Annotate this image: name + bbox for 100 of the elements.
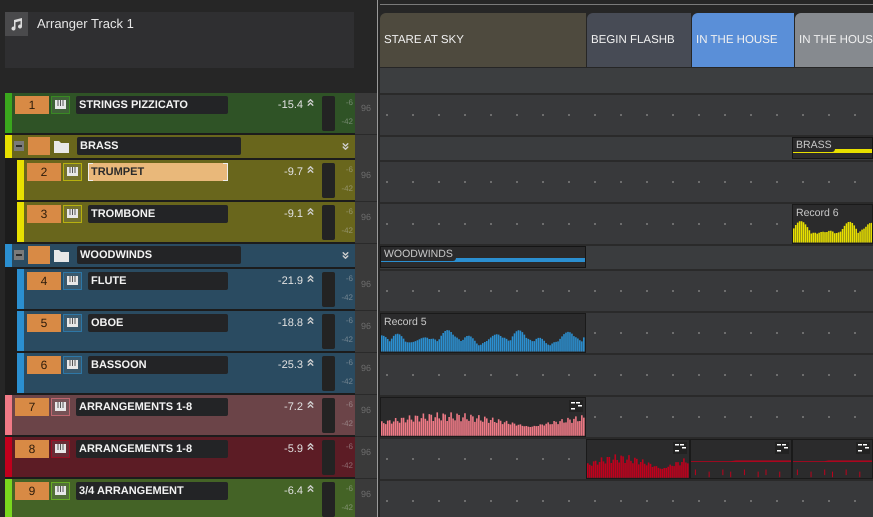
track-number[interactable]: 5 — [27, 314, 61, 332]
track-name-field[interactable]: ARRANGEMENTS 1-8 — [76, 440, 228, 458]
level-meter — [322, 440, 335, 475]
piano-icon[interactable] — [63, 272, 82, 290]
piano-icon[interactable] — [63, 356, 82, 374]
volume-value: -21.9 — [278, 275, 303, 287]
track-header[interactable]: 5 OBOE -18.8 -6 -42 — [5, 311, 355, 353]
music-note-icon — [5, 12, 28, 36]
track-number[interactable]: 3 — [27, 205, 61, 223]
track-number[interactable]: 1 — [15, 96, 49, 114]
level-meter — [322, 356, 335, 391]
automation-clip[interactable] — [586, 439, 690, 479]
automation-clip[interactable] — [690, 439, 792, 479]
track-number[interactable]: 6 — [27, 356, 61, 374]
double-chevron-up-icon[interactable] — [305, 483, 316, 494]
meter-scale-label: -42 — [341, 184, 353, 193]
double-chevron-up-icon[interactable] — [305, 399, 316, 410]
volume-value: -5.9 — [284, 443, 303, 455]
meter-scale-label: -6 — [346, 274, 353, 283]
meter-scale-label: -42 — [341, 226, 353, 235]
collapse-icon[interactable] — [14, 141, 24, 151]
double-chevron-down-icon[interactable] — [340, 141, 351, 152]
meter-scale-label: -42 — [341, 461, 353, 470]
volume-value: -7.2 — [284, 401, 303, 413]
meter-scale-label: -42 — [341, 335, 353, 344]
automation-clip[interactable] — [792, 439, 873, 479]
track-header[interactable]: 1 STRINGS PIZZICATO -15.4 -6 -42 — [5, 93, 355, 135]
folder-name-field[interactable]: WOODWINDS — [77, 246, 241, 264]
track-name-field[interactable]: FLUTE — [88, 272, 228, 290]
track-name-field[interactable]: TRUMPET — [88, 163, 228, 181]
double-chevron-up-icon[interactable] — [305, 273, 316, 284]
track-header[interactable]: 2 TRUMPET -9.7 -6 -42 — [5, 160, 355, 202]
track-number[interactable]: 8 — [15, 440, 49, 458]
track-header[interactable]: 9 3/4 ARRANGEMENT -6.4 -6 -42 — [5, 479, 355, 517]
collapse-icon[interactable] — [14, 250, 24, 260]
double-chevron-up-icon[interactable] — [305, 164, 316, 175]
automation-clip[interactable] — [380, 397, 586, 437]
level-meter — [322, 205, 335, 240]
piano-icon[interactable] — [51, 482, 70, 500]
meter-scale-label: -6 — [346, 316, 353, 325]
meter-scale-label: -6 — [346, 98, 353, 107]
double-chevron-up-icon[interactable] — [305, 97, 316, 108]
audio-clip[interactable]: Record 5 — [380, 313, 586, 353]
meter-scale-label: -6 — [346, 484, 353, 493]
track-name-field[interactable]: BASSOON — [88, 356, 228, 374]
audio-clip[interactable]: Record 6 — [792, 204, 873, 244]
track-name-field[interactable]: 3/4 ARRANGEMENT — [76, 482, 228, 500]
meter-scale-label: -42 — [341, 377, 353, 386]
arranger-track-header[interactable]: Arranger Track 1 — [5, 12, 354, 68]
track-number[interactable]: 4 — [27, 272, 61, 290]
piano-icon[interactable] — [51, 96, 70, 114]
volume-value: -9.7 — [284, 166, 303, 178]
piano-icon[interactable] — [63, 314, 82, 332]
double-chevron-up-icon[interactable] — [305, 357, 316, 368]
double-chevron-down-icon[interactable] — [340, 250, 351, 261]
clip-label: WOODWINDS — [381, 247, 456, 261]
folder-header[interactable]: WOODWINDS — [5, 244, 355, 269]
clip-label: BRASS — [793, 138, 835, 152]
arranger-section[interactable]: BEGIN FLASHB — [587, 13, 691, 67]
meter-scale-label: -6 — [346, 400, 353, 409]
level-meter — [322, 398, 335, 433]
track-name-field[interactable]: TROMBONE — [88, 205, 228, 223]
volume-value: -18.8 — [278, 317, 303, 329]
level-meter — [322, 163, 335, 198]
clip-label: Record 6 — [796, 207, 839, 219]
volume-value: -6.4 — [284, 485, 303, 497]
double-chevron-up-icon[interactable] — [305, 206, 316, 217]
track-header[interactable]: 8 ARRANGEMENTS 1-8 -5.9 -6 -42 — [5, 437, 355, 479]
volume-value: -9.1 — [284, 208, 303, 220]
track-name-field[interactable]: OBOE — [88, 314, 228, 332]
double-chevron-up-icon[interactable] — [305, 315, 316, 326]
folder-clip[interactable]: BRASS — [792, 137, 873, 159]
track-number[interactable]: 2 — [27, 163, 61, 181]
folder-clip[interactable]: WOODWINDS — [380, 246, 586, 268]
piano-icon[interactable] — [51, 440, 70, 458]
arranger-section[interactable]: STARE AT SKY — [380, 13, 586, 67]
meter-scale-label: -6 — [346, 165, 353, 174]
track-name-field[interactable]: ARRANGEMENTS 1-8 — [76, 398, 228, 416]
meter-scale-label: -42 — [341, 503, 353, 512]
track-header[interactable]: 4 FLUTE -21.9 -6 -42 — [5, 269, 355, 311]
track-header[interactable]: 7 ARRANGEMENTS 1-8 -7.2 -6 -42 — [5, 395, 355, 437]
edit-icon — [569, 400, 583, 412]
edit-icon — [673, 442, 687, 454]
clip-label: Record 5 — [384, 316, 427, 328]
meter-scale-label: -42 — [341, 293, 353, 302]
level-meter — [322, 96, 335, 131]
piano-icon[interactable] — [51, 398, 70, 416]
arranger-track-title: Arranger Track 1 — [37, 16, 134, 31]
track-number[interactable]: 7 — [15, 398, 49, 416]
meter-scale-label: -6 — [346, 442, 353, 451]
folder-name-field[interactable]: BRASS — [77, 137, 241, 155]
track-header[interactable]: 6 BASSOON -25.3 -6 -42 — [5, 353, 355, 395]
meter-scale-label: -6 — [346, 207, 353, 216]
edit-icon — [775, 442, 789, 454]
track-name-field[interactable]: STRINGS PIZZICATO — [76, 96, 228, 114]
double-chevron-up-icon[interactable] — [305, 441, 316, 452]
track-number[interactable]: 9 — [15, 482, 49, 500]
folder-header[interactable]: BRASS — [5, 135, 355, 160]
meter-scale-label: -42 — [341, 419, 353, 428]
track-header[interactable]: 3 TROMBONE -9.1 -6 -42 — [5, 202, 355, 244]
